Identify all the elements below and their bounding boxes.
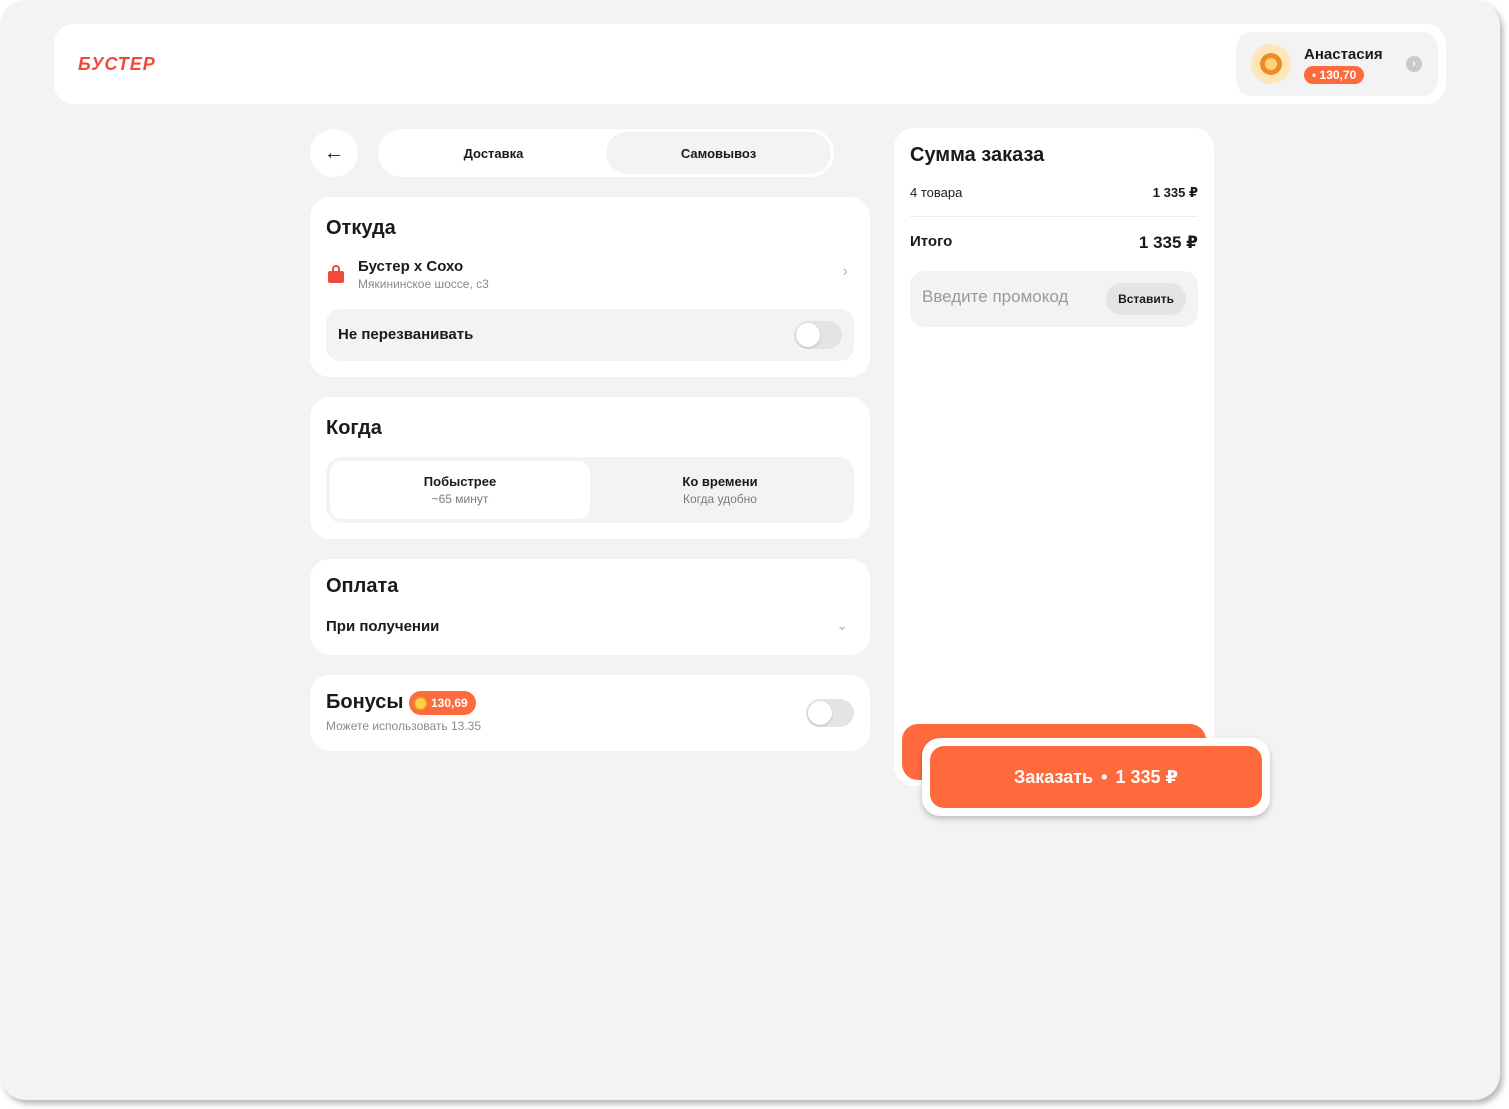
top-bar: БУСТЕР Анастасия • 130,70 ›	[54, 24, 1446, 104]
bonus-badge-value: 130,69	[431, 696, 468, 710]
promo-input[interactable]	[922, 287, 1102, 307]
total-value: 1 335 ₽	[1138, 233, 1198, 252]
items-row: 4 товара 1 335 ₽	[910, 185, 1198, 201]
order-amount: 1 335 ₽	[1115, 766, 1179, 787]
no-call-row: Не перезванивать	[326, 309, 854, 361]
payment-title: Оплата	[326, 575, 399, 597]
when-card: Когда Побыстрее ~65 минут Ко времени Ког…	[310, 397, 870, 539]
back-button[interactable]: ←	[310, 129, 358, 177]
order-separator: •	[1101, 766, 1108, 787]
option-scheduled-title: Ко времени	[682, 474, 758, 489]
payment-method-select[interactable]: При получении	[326, 618, 439, 635]
bonuses-subtitle: Можете использовать 13.35	[326, 719, 482, 733]
option-scheduled[interactable]: Ко времени Когда удобно	[590, 461, 850, 519]
total-row: Итого 1 335 ₽	[910, 233, 1198, 253]
total-label: Итого	[910, 233, 953, 250]
promo-field: Вставить	[910, 271, 1198, 327]
from-title: Откуда	[326, 217, 396, 239]
arrow-left-icon: ←	[324, 141, 344, 164]
paste-button[interactable]: Вставить	[1106, 283, 1186, 315]
bonuses-title: Бонусы	[326, 691, 404, 713]
divider	[910, 216, 1198, 217]
order-button[interactable]: Заказать • 1 335 ₽	[930, 746, 1262, 808]
balance-badge: • 130,70	[1304, 66, 1365, 84]
shopping-bag-icon	[328, 265, 344, 283]
order-label: Заказать	[1013, 766, 1094, 787]
store-address: Мякининское шоссе, с3	[358, 277, 489, 291]
lion-avatar-icon	[1251, 44, 1291, 84]
bonuses-toggle[interactable]	[806, 699, 854, 727]
option-asap-title: Побыстрее	[423, 474, 497, 489]
bonus-badge: 130,69	[409, 691, 476, 715]
chevron-right-icon: ›	[1406, 56, 1422, 72]
store-name[interactable]: Бустер х Сохо	[358, 258, 463, 275]
when-options: Побыстрее ~65 минут Ко времени Когда удо…	[326, 457, 854, 523]
option-asap-subtitle: ~65 минут	[431, 492, 489, 506]
order-button-container: Заказать • 1 335 ₽	[922, 738, 1270, 816]
tab-pickup[interactable]: Самовывоз	[606, 132, 831, 174]
items-label: 4 товара	[910, 185, 963, 200]
app-window: БУСТЕР Анастасия • 130,70 › ← Доставка С…	[0, 0, 1500, 1100]
profile-name: Анастасия	[1304, 46, 1383, 63]
coin-icon	[413, 695, 428, 711]
delivery-method-tabs: Доставка Самовывоз	[378, 129, 834, 177]
option-scheduled-subtitle: Когда удобно	[683, 492, 757, 506]
logo[interactable]: БУСТЕР	[78, 54, 156, 75]
option-asap[interactable]: Побыстрее ~65 минут	[330, 461, 590, 519]
no-call-label: Не перезванивать	[338, 326, 474, 343]
profile-button[interactable]: Анастасия • 130,70 ›	[1236, 32, 1438, 96]
when-title: Когда	[326, 417, 382, 439]
tab-delivery[interactable]: Доставка	[381, 132, 606, 174]
order-summary-card: Сумма заказа 4 товара 1 335 ₽ Итого 1 33…	[894, 128, 1214, 786]
bonuses-card: Бонусы 130,69 Можете использовать 13.35	[310, 675, 870, 751]
payment-card[interactable]: Оплата При получении ⌄	[310, 559, 870, 655]
chevron-down-icon[interactable]: ⌄	[836, 617, 848, 634]
from-card: Откуда Бустер х Сохо Мякининское шоссе, …	[310, 197, 870, 377]
chevron-right-icon[interactable]: ›	[843, 263, 848, 281]
no-call-toggle[interactable]	[794, 321, 842, 349]
summary-title: Сумма заказа	[910, 144, 1045, 166]
items-value: 1 335 ₽	[1152, 185, 1198, 200]
